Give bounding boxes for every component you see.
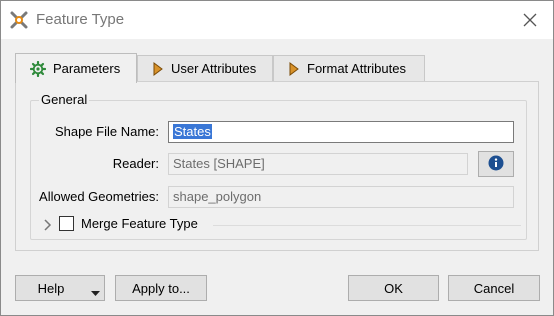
window-title: Feature Type xyxy=(36,11,125,28)
arrow-right-icon xyxy=(152,61,164,76)
tab-label-user-attributes: User Attributes xyxy=(171,61,257,76)
apply-to-button[interactable]: Apply to... xyxy=(115,275,207,301)
general-group-title: General xyxy=(39,92,90,107)
reader-label: Reader: xyxy=(112,156,159,171)
allowed-geometries-field: shape_polygon xyxy=(168,186,514,208)
shape-file-name-value: States xyxy=(173,124,212,139)
help-button-label: Help xyxy=(37,280,65,296)
ok-button[interactable]: OK xyxy=(348,275,439,301)
merge-divider xyxy=(213,225,521,226)
arrow-right-icon xyxy=(288,61,300,76)
title-bar: Feature Type xyxy=(1,1,553,39)
cancel-button-label: Cancel xyxy=(473,280,515,296)
chevron-right-icon[interactable] xyxy=(41,217,55,233)
general-group: General Shape File Name: States Reader: … xyxy=(30,92,527,240)
tab-format-attributes[interactable]: Format Attributes xyxy=(273,55,425,81)
info-icon xyxy=(488,155,504,174)
reader-value: States [SHAPE] xyxy=(173,156,265,171)
reader-info-button[interactable] xyxy=(478,151,514,177)
gear-icon xyxy=(30,60,46,77)
apply-to-button-label: Apply to... xyxy=(132,280,190,296)
shape-file-name-input[interactable]: States xyxy=(168,121,514,143)
allowed-geometries-value: shape_polygon xyxy=(173,189,262,204)
tab-label-format-attributes: Format Attributes xyxy=(307,61,406,76)
fme-workbench-icon xyxy=(9,10,29,30)
shape-file-name-label: Shape File Name: xyxy=(54,124,159,139)
dropdown-arrow-icon xyxy=(91,285,100,300)
feature-type-dialog: Feature Type Parameters User Attributes … xyxy=(0,0,554,316)
ok-button-label: OK xyxy=(384,280,403,296)
merge-feature-type-checkbox[interactable] xyxy=(59,216,74,231)
tab-label-parameters: Parameters xyxy=(53,61,121,76)
tab-parameters[interactable]: Parameters xyxy=(15,53,137,83)
close-icon[interactable] xyxy=(517,7,543,33)
cancel-button[interactable]: Cancel xyxy=(448,275,540,301)
parameters-panel: General Shape File Name: States Reader: … xyxy=(15,81,539,251)
help-button[interactable]: Help xyxy=(15,275,105,301)
merge-feature-type-label: Merge Feature Type xyxy=(81,216,198,231)
reader-field: States [SHAPE] xyxy=(168,153,468,175)
tab-user-attributes[interactable]: User Attributes xyxy=(137,55,273,81)
allowed-geometries-label: Allowed Geometries: xyxy=(39,189,159,204)
